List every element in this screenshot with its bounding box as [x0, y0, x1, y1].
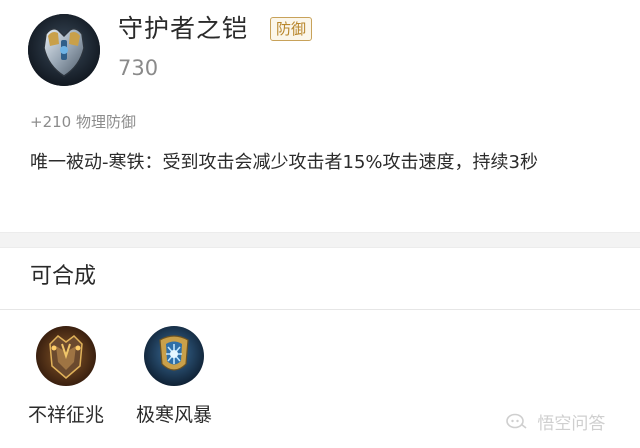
item-header: 守护者之铠 防御 730 — [0, 0, 640, 100]
ominous-omen-icon — [36, 326, 96, 386]
craft-item-label: 极寒风暴 — [135, 404, 212, 426]
frost-storm-icon — [144, 326, 204, 386]
item-price: 730 — [118, 56, 159, 80]
item-stat: +210 物理防御 — [30, 113, 136, 131]
craft-item-ominous-omen[interactable]: 不祥征兆 — [22, 326, 122, 436]
craft-item-label: 不祥征兆 — [27, 404, 104, 426]
watermark: 悟空问答 — [506, 412, 605, 436]
armor-icon — [28, 14, 100, 86]
craft-item-frost-storm[interactable]: 极寒风暴 — [130, 326, 230, 436]
item-description: 唯一被动-寒铁：受到攻击会减少攻击者15%攻击速度，持续3秒 — [30, 152, 538, 173]
item-name: 守护者之铠 — [118, 14, 249, 43]
crafting-title: 可合成 — [30, 264, 97, 289]
wukong-logo-icon — [506, 412, 528, 436]
watermark-text: 悟空问答 — [537, 414, 606, 434]
section-rule — [0, 309, 640, 310]
section-divider — [0, 232, 640, 248]
category-tag: 防御 — [270, 17, 313, 41]
